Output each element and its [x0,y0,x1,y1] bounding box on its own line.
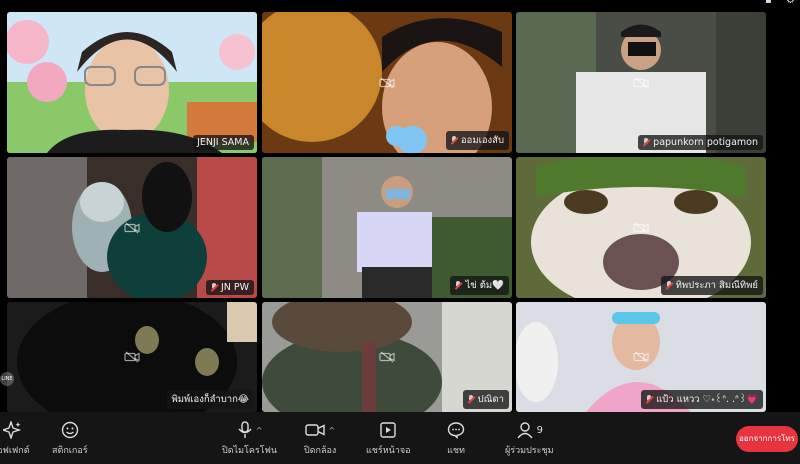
participant-name-tag: แป้ว แหวว ♡˖꒰ᐢ. .ᐢ꒱💗 [641,390,763,409]
mic-off-icon [210,283,218,292]
participants-button[interactable]: 9 ผู้ร่วมประชุม [505,420,554,457]
participants-count: 9 [536,424,543,436]
camera-button[interactable]: ^ ปิดกล้อง [304,420,336,457]
participant-name-tag: ไข่ ต้ม🤍 [450,276,509,295]
stickers-label: สติกเกอร์ [52,446,88,456]
participant-tile[interactable]: ทิพประภา สิมณีทิพย์ [516,157,766,298]
camera-off-icon [633,351,649,363]
camera-off-icon [379,77,395,88]
camera-off-icon [124,351,140,363]
line-badge[interactable]: LINE [0,372,14,386]
participant-name-tag: ทิพประภา สิมณีทิพย์ [660,276,763,295]
participant-name: พิมพ์เองก็ลำบาก😂 [171,394,249,405]
video-camera-icon [305,424,326,436]
chat-bubble-icon [447,420,465,440]
participant-name-tag: JN PW [205,280,254,295]
camera-off-icon [633,222,649,233]
chevron-up-icon[interactable]: ^ [256,426,263,435]
participant-name-tag: ปณิดา [462,390,509,409]
chat-button[interactable]: แชท [447,420,465,457]
video-grid: JENJI SAMA ออมเองสับ papunkorn potigamon… [0,0,800,412]
mic-off-icon [450,136,458,145]
participants-label: ผู้ร่วมประชุม [505,446,554,456]
camera-off-icon [124,222,140,233]
participant-tile[interactable]: พิมพ์เองก็ลำบาก😂 [7,302,257,412]
control-bar: เอฟเฟกต์ สติกเกอร์ ^ ปิดไมโครโฟน ^ ปิดกล… [0,412,800,464]
share-screen-icon [379,420,397,440]
participant-tile[interactable]: papunkorn potigamon [516,12,766,153]
participant-name-tag: ออมเองสับ [445,131,509,150]
stickers-button[interactable]: สติกเกอร์ [52,420,88,457]
participant-name-tag: papunkorn potigamon [638,135,763,150]
leave-call-button[interactable]: ออกจากการโทร [736,426,798,452]
participant-name: ออมเองสับ [460,135,504,146]
mic-button[interactable]: ^ ปิดไมโครโฟน [222,420,277,457]
participant-name: ไข่ ต้ม🤍 [465,280,504,291]
mic-off-icon [467,395,475,404]
camera-off-icon [633,77,649,88]
effects-label: เอฟเฟกต์ [0,446,30,456]
chat-label: แชท [447,446,465,456]
participant-video [7,12,257,153]
leave-call-label: ออกจากการโทร [739,434,795,443]
mic-label: ปิดไมโครโฟน [222,446,278,456]
participant-name: แป้ว แหวว ♡˖꒰ᐢ. .ᐢ꒱💗 [656,394,758,405]
participant-tile[interactable]: JENJI SAMA [7,12,257,153]
mic-off-icon [642,138,650,147]
mic-off-icon [645,395,653,404]
participant-name: ปณิดา [477,394,504,405]
participant-name: JN PW [220,282,249,293]
sparkle-icon [2,420,21,440]
participant-name: papunkorn potigamon [653,137,758,148]
microphone-icon [238,421,252,438]
effects-button[interactable]: เอฟเฟกต์ [0,420,30,457]
smiley-icon [61,420,79,440]
participant-name-tag: JENJI SAMA [193,135,254,150]
participant-tile[interactable]: ออมเองสับ [262,12,512,153]
chevron-up-icon[interactable]: ^ [328,426,335,435]
person-icon [517,422,533,439]
participant-tile[interactable]: ไข่ ต้ม🤍 [262,157,512,298]
participant-name: ทิพประภา สิมณีทิพย์ [675,280,758,291]
participant-name: JENJI SAMA [197,137,249,148]
camera-off-icon [379,351,395,363]
participant-tile[interactable]: ปณิดา [262,302,512,412]
participant-tile[interactable]: แป้ว แหวว ♡˖꒰ᐢ. .ᐢ꒱💗 [516,302,766,412]
participant-name-tag: พิมพ์เองก็ลำบาก😂 [167,390,254,409]
mic-off-icon [665,281,673,290]
participant-tile[interactable]: JN PW [7,157,257,298]
mic-off-icon [454,281,462,290]
camera-label: ปิดกล้อง [304,446,337,456]
share-screen-button[interactable]: แชร์หน้าจอ [366,420,411,457]
share-label: แชร์หน้าจอ [366,446,411,456]
